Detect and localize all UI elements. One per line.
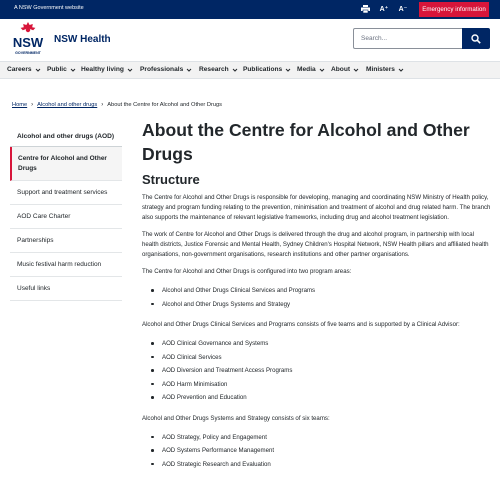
search-input[interactable]: Search... — [353, 28, 463, 49]
nav-item-careers[interactable]: Careers — [7, 66, 41, 73]
emergency-information-button[interactable]: Emergency information — [419, 2, 489, 17]
chevron-down-icon — [35, 68, 40, 72]
chevron-down-icon — [232, 68, 238, 72]
nav-item-media[interactable]: Media — [297, 66, 325, 73]
nav-item-ministers[interactable]: Ministers — [366, 66, 404, 73]
sidebar-item-music-festival-harm-reduction[interactable]: Music festival harm reduction — [10, 253, 122, 277]
nav-item-about[interactable]: About — [331, 66, 359, 73]
masthead-bar: A NSW Government website A⁺ A⁻ Emergency… — [0, 0, 500, 19]
search-icon — [471, 33, 481, 44]
list-item: Alcohol and Other Drugs Clinical Service… — [142, 284, 492, 298]
paragraph-program-areas: The Centre for Alcohol and Other Drugs i… — [142, 268, 352, 275]
page-title: About the Centre for Alcohol and Other D… — [142, 120, 470, 164]
main-navigation: Careers Public Healthy living Profession… — [0, 61, 500, 79]
list-item: AOD Strategic Research and Evaluation — [142, 458, 492, 472]
paragraph-delivery: The work of Centre for Alcohol and Other… — [142, 231, 489, 258]
nsw-government-logo[interactable]: NSW GOVERNMENT — [10, 21, 46, 57]
sidebar-item-support-and-treatment-services[interactable]: Support and treatment services — [10, 181, 122, 205]
site-header: NSW GOVERNMENT NSW Health Search... — [0, 19, 500, 59]
list-item: AOD Strategy, Policy and Engagement — [142, 431, 492, 445]
list-item: AOD Clinical Governance and Systems — [142, 337, 492, 351]
sidebar-item-centre-for-alcohol-and-other-drugs[interactable]: Centre for Alcohol and Other Drugs — [10, 147, 122, 181]
sidebar-heading[interactable]: Alcohol and other drugs (AOD) — [10, 125, 122, 147]
nav-item-professionals[interactable]: Professionals — [140, 66, 192, 73]
list-item: AOD Clinical Services — [142, 351, 492, 365]
logo-subtext: GOVERNMENT — [15, 51, 42, 55]
paragraph-systems-strategy: Alcohol and Other Drugs Systems and Stra… — [142, 414, 330, 422]
paragraph-clinical-services: Alcohol and Other Drugs Clinical Service… — [142, 321, 460, 328]
nav-item-public[interactable]: Public — [47, 66, 76, 73]
chevron-right-icon: › — [31, 102, 34, 108]
program-areas-list: Alcohol and Other Drugs Clinical Service… — [142, 284, 492, 311]
chevron-down-icon — [285, 68, 291, 72]
chevron-right-icon: › — [101, 102, 104, 108]
sidebar-item-useful-links[interactable]: Useful links — [10, 277, 122, 301]
chevron-down-icon — [319, 68, 325, 72]
accessibility-tools: A⁺ A⁻ — [360, 3, 408, 14]
list-item: AOD Diversion and Treatment Access Progr… — [142, 364, 492, 378]
breadcrumb-home-link[interactable]: Home — [12, 102, 27, 108]
chevron-down-icon — [70, 68, 76, 72]
logo-wordmark: NSW — [13, 35, 44, 50]
nav-item-publications[interactable]: Publications — [243, 66, 291, 73]
decrease-text-icon[interactable]: A⁻ — [398, 3, 408, 14]
search-button[interactable] — [462, 28, 490, 49]
breadcrumb: Home › Alcohol and other drugs › About t… — [12, 102, 222, 108]
strategy-teams-list: AOD Strategy, Policy and Engagement AOD … — [142, 431, 492, 472]
list-item: AOD Prevention and Education — [142, 391, 492, 405]
main-content: About the Centre for Alcohol and Other D… — [142, 118, 492, 471]
chevron-down-icon — [186, 68, 192, 72]
breadcrumb-parent-link[interactable]: Alcohol and other drugs — [37, 102, 97, 108]
sidebar-item-aod-care-charter[interactable]: AOD Care Charter — [10, 205, 122, 229]
section-heading-structure: Structure — [142, 172, 200, 187]
nav-item-healthy-living[interactable]: Healthy living — [81, 66, 133, 73]
paragraph-responsibility: The Centre for Alcohol and Other Drugs i… — [142, 194, 491, 221]
list-item: AOD Systems Performance Management — [142, 444, 492, 458]
section-sidebar: Alcohol and other drugs (AOD) Centre for… — [10, 125, 122, 301]
printer-icon[interactable] — [360, 3, 370, 14]
chevron-down-icon — [398, 68, 404, 72]
site-name[interactable]: NSW Health — [54, 34, 111, 45]
chevron-down-icon — [127, 68, 133, 72]
government-website-label: A NSW Government website — [14, 5, 84, 11]
sidebar-item-partnerships[interactable]: Partnerships — [10, 229, 122, 253]
clinical-teams-list: AOD Clinical Governance and Systems AOD … — [142, 337, 492, 405]
list-item: AOD Harm Minimisation — [142, 378, 492, 392]
list-item: Alcohol and Other Drugs Systems and Stra… — [142, 298, 492, 312]
increase-text-icon[interactable]: A⁺ — [379, 3, 389, 14]
nav-item-research[interactable]: Research — [199, 66, 238, 73]
breadcrumb-current: About the Centre for Alcohol and Other D… — [107, 102, 223, 108]
chevron-down-icon — [353, 68, 359, 72]
